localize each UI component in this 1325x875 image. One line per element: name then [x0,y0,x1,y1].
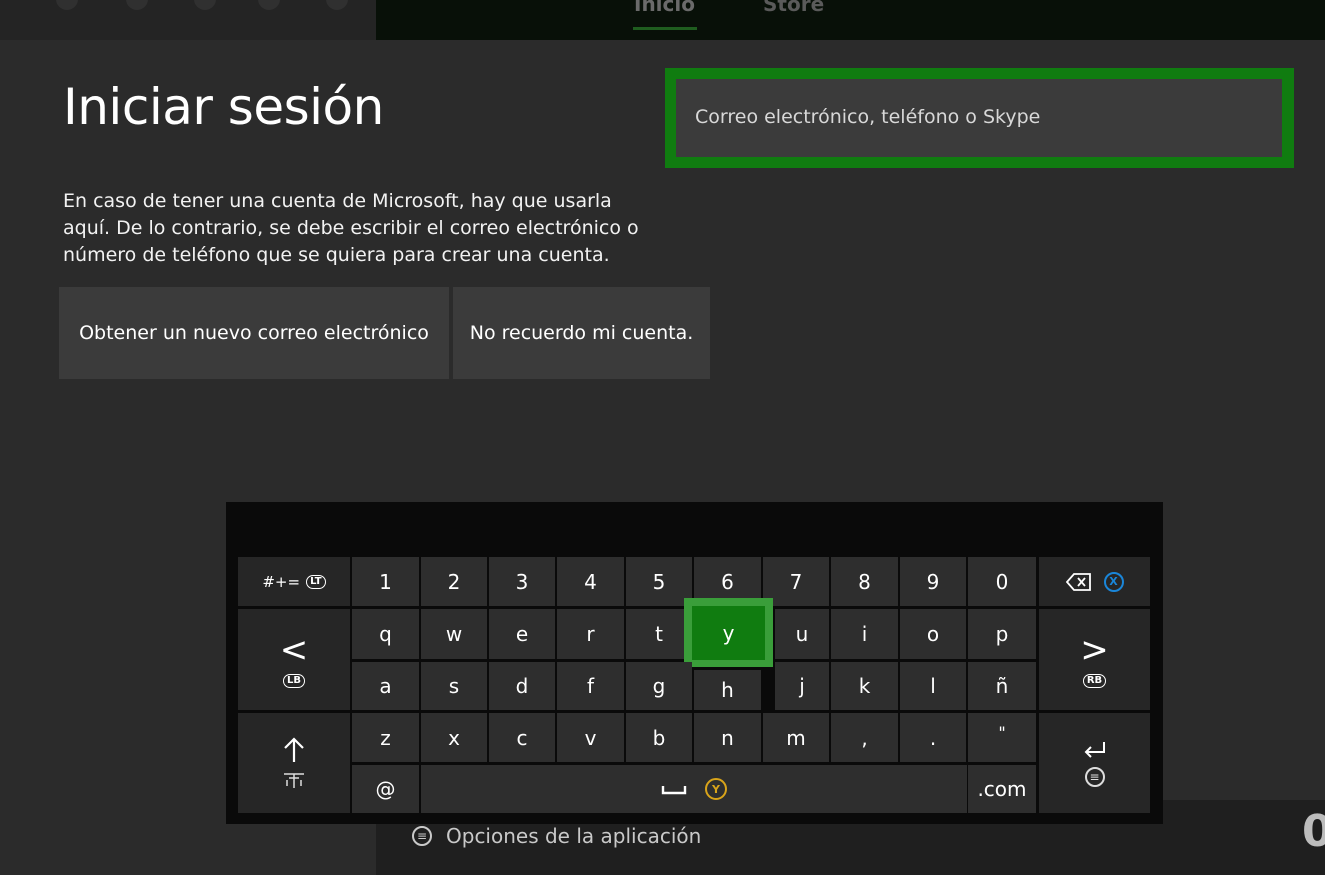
key-o[interactable]: o [900,609,966,659]
clock-partial: 0 [1302,806,1325,857]
rb-bumper-icon: RB [1082,673,1107,688]
backspace-icon [1065,572,1091,591]
key-q[interactable]: q [352,609,419,659]
key-period[interactable]: . [900,713,966,762]
key-at[interactable]: @ [352,765,419,813]
caps-lock-icon [284,773,304,788]
chevron-right-icon: > [1080,629,1109,670]
key-f[interactable]: f [557,662,624,710]
key-quote[interactable]: " [968,713,1036,762]
key-i[interactable]: i [831,609,898,659]
key-x[interactable]: x [421,713,487,762]
key-4[interactable]: 4 [557,557,624,606]
cursor-right-key[interactable]: > RB [1039,609,1150,710]
key-5[interactable]: 5 [626,557,692,606]
key-l[interactable]: l [900,662,966,710]
symbols-label: #+= [262,572,301,591]
key-e[interactable]: e [489,609,555,659]
signin-description: En caso de tener una cuenta de Microsoft… [63,190,639,266]
menu-button-icon: ≡ [412,826,432,846]
key-comma[interactable]: , [831,713,898,762]
key-a[interactable]: a [352,662,419,710]
forgot-account-button[interactable]: No recuerdo mi cuenta. [453,287,710,379]
top-nav-bar: Inicio Store [0,0,1325,40]
party-icon[interactable] [258,0,280,10]
cursor-left-key[interactable]: < LB [238,609,350,710]
tab-store[interactable]: Store [763,0,824,16]
friends-icon[interactable] [126,0,148,10]
key-j[interactable]: j [775,662,829,710]
guide-icons-strip [0,0,376,40]
chevron-left-icon: < [279,629,309,670]
space-key[interactable]: Y [421,765,967,813]
key-g[interactable]: g [626,662,692,710]
settings-icon[interactable] [326,0,348,10]
enter-arrow-icon [1084,742,1105,758]
achievements-icon[interactable] [56,0,78,10]
x-button-icon: X [1103,571,1124,592]
backspace-key[interactable]: X [1039,557,1150,606]
key-t[interactable]: t [626,609,692,659]
shift-arrow-icon [284,737,304,762]
key-w[interactable]: w [421,609,487,659]
key-dotcom[interactable]: .com [968,765,1036,813]
key-d[interactable]: d [489,662,555,710]
enter-key[interactable]: ≡ [1039,713,1150,813]
key-0[interactable]: 0 [968,557,1036,606]
app-options-label: Opciones de la aplicación [446,824,702,848]
key-b[interactable]: b [626,713,692,762]
key-u[interactable]: u [775,609,829,659]
hub-tabs-area [376,0,1325,40]
menu-button-icon: ≡ [1084,767,1105,787]
active-tab-indicator [633,27,697,30]
key-8[interactable]: 8 [831,557,898,606]
messages-icon[interactable] [194,0,216,10]
key-v[interactable]: v [557,713,624,762]
app-options-hint[interactable]: ≡ Opciones de la aplicación [412,824,701,848]
lt-trigger-icon: LT [306,574,326,589]
key-m[interactable]: m [763,713,829,762]
key-z[interactable]: z [352,713,419,762]
shift-key[interactable] [238,713,350,813]
key-9[interactable]: 9 [900,557,966,606]
space-bar-icon [661,786,687,795]
key-3[interactable]: 3 [489,557,555,606]
page-title: Iniciar sesión [63,78,384,136]
signin-input-placeholder: Correo electrónico, teléfono o Skype [695,106,1041,128]
key-h[interactable]: h [694,670,761,710]
key-s[interactable]: s [421,662,487,710]
lb-bumper-icon: LB [283,673,305,688]
key-p[interactable]: p [968,609,1036,659]
key-n[interactable]: n [694,713,761,762]
tab-inicio[interactable]: Inicio [634,0,695,16]
key-1[interactable]: 1 [352,557,419,606]
key-y[interactable]: y [692,606,765,660]
key-enye[interactable]: ñ [968,662,1036,710]
key-2[interactable]: 2 [421,557,487,606]
key-c[interactable]: c [489,713,555,762]
y-button-icon: Y [705,778,727,800]
get-new-email-button[interactable]: Obtener un nuevo correo electrónico [59,287,449,379]
symbols-key[interactable]: #+= LT [238,557,350,606]
key-k[interactable]: k [831,662,898,710]
key-r[interactable]: r [557,609,624,659]
